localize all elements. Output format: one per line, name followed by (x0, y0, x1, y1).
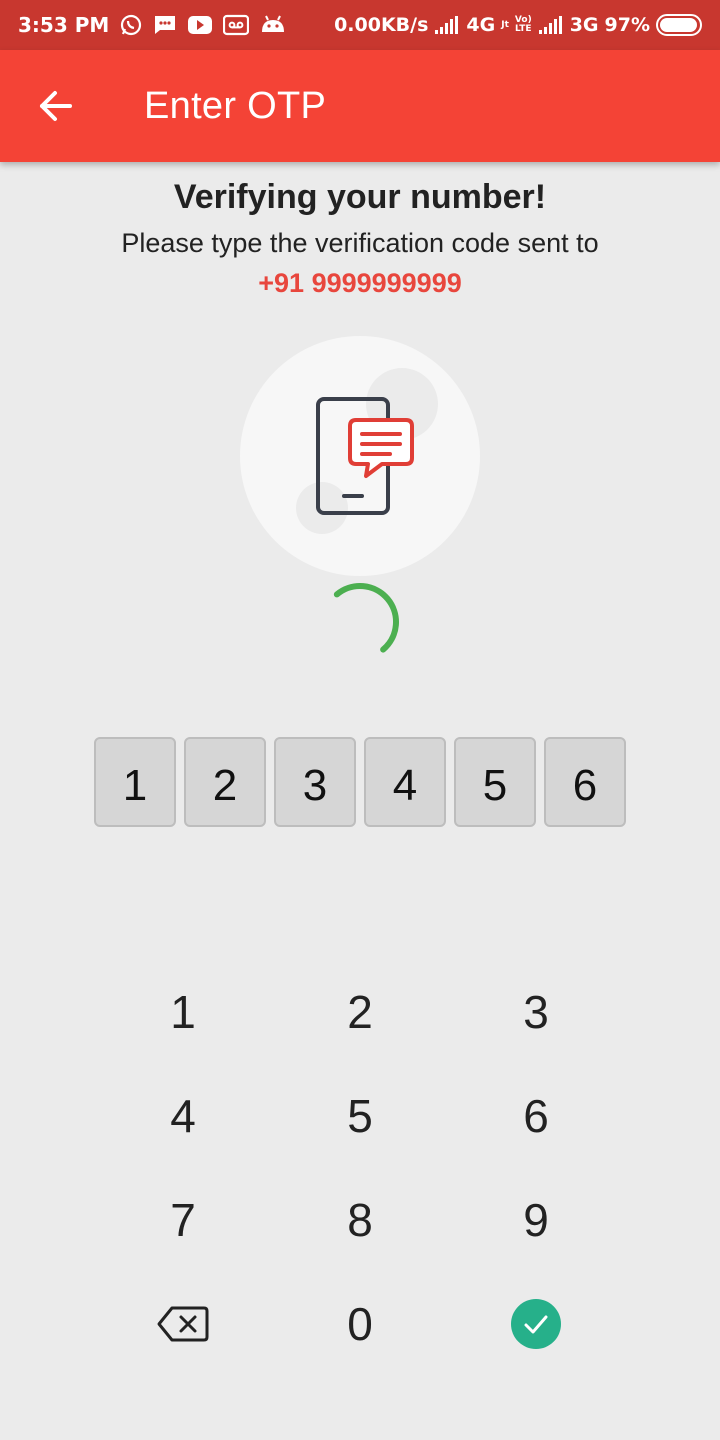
volte-badge: Vo) LTE (515, 16, 532, 34)
youtube-icon (187, 14, 213, 36)
otp-digit-3[interactable]: 3 (274, 737, 356, 827)
signal-icon (434, 15, 460, 35)
confirm-circle (511, 1299, 561, 1349)
confirm-button[interactable] (456, 1274, 616, 1374)
phone-number: +91 9999999999 (258, 268, 462, 298)
otp-digit-1[interactable]: 1 (94, 737, 176, 827)
app-bar: Enter OTP (0, 50, 720, 162)
check-icon (524, 1315, 548, 1334)
verify-heading: Verifying your number! (173, 178, 547, 216)
key-0[interactable]: 0 (280, 1274, 440, 1374)
key-4[interactable]: 4 (103, 1066, 263, 1166)
volte-bottom: LTE (515, 24, 532, 34)
back-button[interactable] (28, 78, 84, 134)
arrow-left-icon (40, 91, 72, 121)
battery-fill (660, 18, 697, 32)
status-left: 3:53 PM (18, 13, 287, 37)
key-9[interactable]: 9 (456, 1170, 616, 1270)
android-icon (259, 14, 287, 36)
otp-digit-4[interactable]: 4 (364, 737, 446, 827)
network-sub-label: Jt (501, 19, 509, 30)
voicemail-icon (223, 14, 250, 36)
network-speed: 0.00KB/s (334, 14, 429, 36)
phone-message-icon (296, 368, 438, 534)
key-2[interactable]: 2 (280, 962, 440, 1062)
backspace-button[interactable] (103, 1274, 263, 1374)
key-6[interactable]: 6 (456, 1066, 616, 1166)
numeric-keypad: 1 2 3 4 5 6 7 8 9 0 (0, 960, 720, 1380)
backspace-icon (157, 1306, 209, 1342)
verify-subtext: Please type the verification code sent t… (121, 228, 599, 258)
network-type-4g: 4G (466, 14, 496, 36)
whatsapp-icon (119, 13, 143, 37)
page-title: Enter OTP (144, 84, 327, 127)
otp-digit-2[interactable]: 2 (184, 737, 266, 827)
status-bar: 3:53 PM 0.00KB/s 4G Jt Vo) LTE 3G 97% (0, 0, 720, 50)
battery-icon (656, 14, 702, 36)
otp-input-row: 1 2 3 4 5 6 (94, 737, 626, 827)
status-time: 3:53 PM (18, 13, 110, 37)
otp-digit-6[interactable]: 6 (544, 737, 626, 827)
loading-spinner (333, 583, 399, 653)
otp-digit-5[interactable]: 5 (454, 737, 536, 827)
key-5[interactable]: 5 (280, 1066, 440, 1166)
otp-illustration (240, 336, 480, 576)
battery-percent: 97% (604, 14, 650, 36)
key-3[interactable]: 3 (456, 962, 616, 1062)
signal-icon (538, 15, 564, 35)
key-1[interactable]: 1 (103, 962, 263, 1062)
status-right: 0.00KB/s 4G Jt Vo) LTE 3G 97% (334, 14, 702, 36)
key-7[interactable]: 7 (103, 1170, 263, 1270)
key-8[interactable]: 8 (280, 1170, 440, 1270)
sms-icon (153, 13, 177, 37)
network-type-3g: 3G (569, 14, 599, 36)
